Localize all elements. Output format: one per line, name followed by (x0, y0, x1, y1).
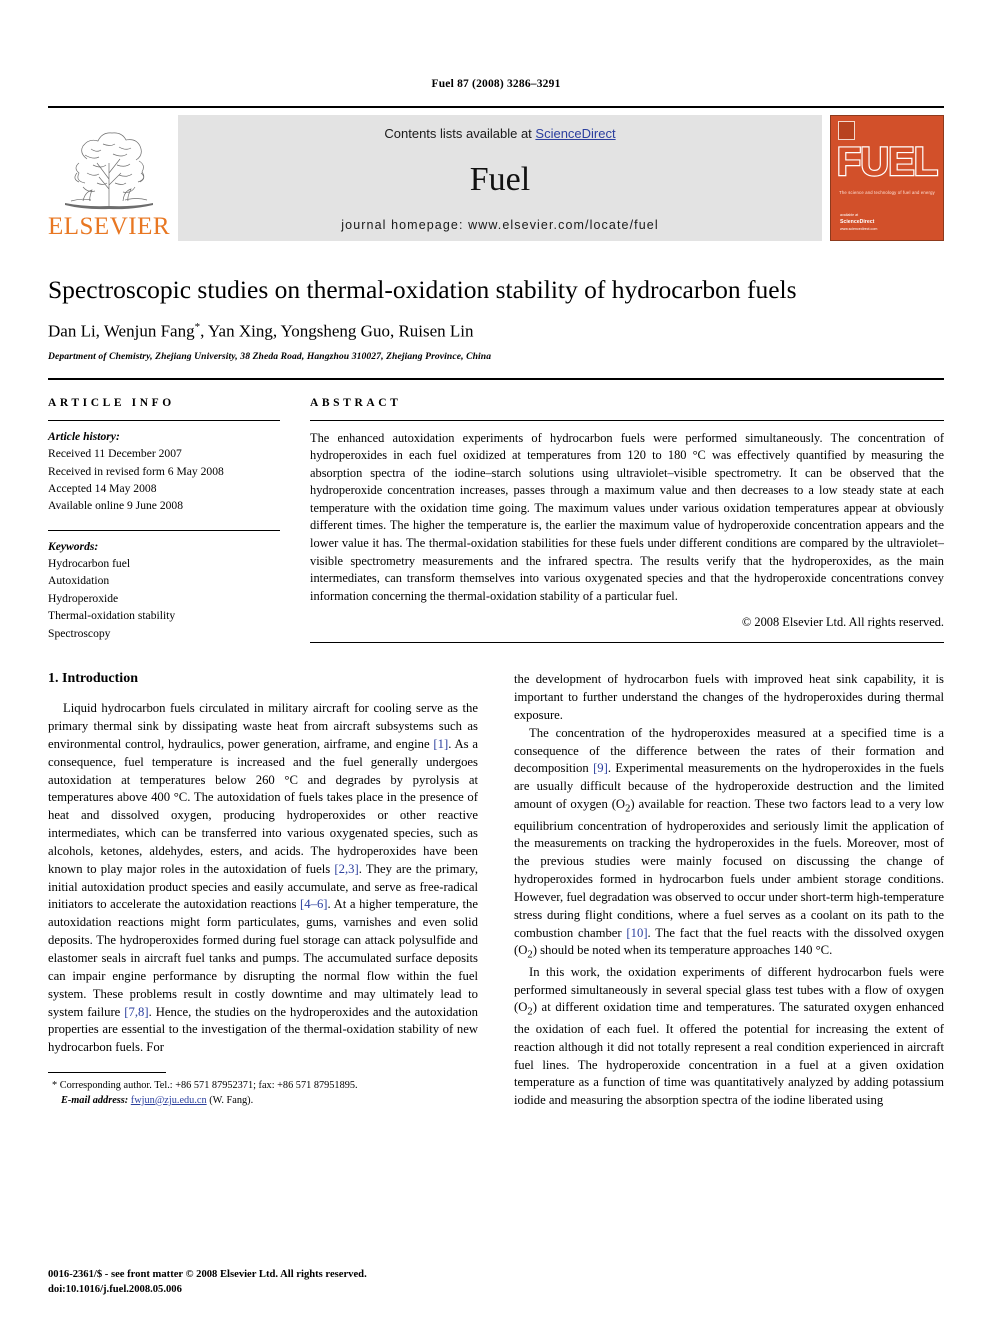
elsevier-logo: ELSEVIER (48, 115, 170, 241)
elsevier-tree-icon (65, 132, 153, 210)
history-item: Received 11 December 2007 (48, 447, 182, 461)
doi-line: doi:10.1016/j.fuel.2008.05.006 (48, 1283, 182, 1295)
body-column-right: the development of hydrocarbon fuels wit… (514, 671, 944, 1110)
article-info-column: ARTICLE INFO Article history: Received 1… (48, 397, 280, 643)
citation-ref[interactable]: [7,8] (124, 1005, 148, 1019)
keywords-list: Keywords: Hydrocarbon fuel Autoxidation … (48, 538, 280, 642)
cover-subtitle: The science and technology of fuel and e… (839, 190, 935, 195)
history-item: Received in revised form 6 May 2008 (48, 464, 224, 478)
article-history-label: Article history: (48, 429, 120, 443)
cover-elsevier-mark-icon (838, 121, 855, 140)
author-list: Dan Li, Wenjun Fang*, Yan Xing, Yongshen… (48, 321, 474, 341)
keyword-item: Hydrocarbon fuel (48, 557, 131, 571)
journal-band: Contents lists available at ScienceDirec… (178, 115, 822, 241)
corresponding-author-note: * Corresponding author. Tel.: +86 571 87… (48, 1079, 478, 1108)
footnote-corresponding-text: Corresponding author. Tel.: +86 571 8795… (59, 1080, 358, 1092)
affiliation: Department of Chemistry, Zhejiang Univer… (48, 350, 492, 362)
email-link[interactable]: fwjun@zju.edu.cn (131, 1095, 207, 1106)
keywords-label: Keywords: (48, 539, 99, 553)
running-head: Fuel 87 (2008) 3286–3291 (431, 78, 561, 90)
elsevier-wordmark: ELSEVIER (47, 213, 171, 240)
title-block: Spectroscopic studies on thermal-oxidati… (48, 275, 944, 362)
citation-ref[interactable]: [2,3] (334, 862, 358, 876)
body-column-left: 1. Introduction Liquid hydrocarbon fuels… (48, 671, 478, 1110)
article-history-block: Article history: Received 11 December 20… (48, 421, 280, 515)
paragraph: Liquid hydrocarbon fuels circulated in m… (48, 701, 478, 1055)
footnote-block: * Corresponding author. Tel.: +86 571 87… (48, 1072, 478, 1108)
cover-sd-url: www.sciencedirect.com (840, 226, 878, 231)
keyword-item: Hydroperoxide (48, 591, 119, 605)
journal-title: Fuel (469, 160, 531, 198)
abstract-heading: ABSTRACT (310, 396, 402, 409)
contents-available-line: Contents lists available at ScienceDirec… (384, 126, 615, 141)
keyword-item: Spectroscopy (48, 626, 111, 640)
email-label: E-mail address: (61, 1094, 129, 1106)
footnote-marker: * (52, 1080, 58, 1092)
info-abstract-area: ARTICLE INFO Article history: Received 1… (48, 377, 944, 644)
abstract-column: ABSTRACT The enhanced autoxidation exper… (310, 396, 944, 644)
citation-ref[interactable]: [1] (433, 737, 448, 751)
article-info-heading: ARTICLE INFO (48, 396, 175, 409)
abstract-text: The enhanced autoxidation experiments of… (310, 430, 944, 603)
cover-title: FUEL (836, 140, 940, 184)
colophon: 0016-2361/$ - see front matter © 2008 El… (48, 1267, 367, 1297)
citation-ref[interactable]: [10] (626, 926, 647, 940)
history-item: Available online 9 June 2008 (48, 499, 184, 513)
issn-copyright-line: 0016-2361/$ - see front matter © 2008 El… (48, 1268, 367, 1280)
email-suffix: (W. Fang). (209, 1094, 254, 1106)
sciencedirect-link[interactable]: ScienceDirect (535, 126, 615, 141)
body-columns: 1. Introduction Liquid hydrocarbon fuels… (48, 671, 944, 1110)
paragraph: the development of hydrocarbon fuels wit… (514, 672, 944, 722)
keyword-item: Thermal-oxidation stability (48, 609, 176, 623)
journal-cover-thumbnail: FUEL The science and technology of fuel … (830, 115, 944, 241)
citation-ref[interactable]: [4–6] (300, 897, 327, 911)
journal-homepage[interactable]: journal homepage: www.elsevier.com/locat… (341, 218, 658, 232)
history-item: Accepted 14 May 2008 (48, 481, 157, 495)
paragraph: The concentration of the hydroperoxides … (514, 725, 944, 961)
contents-prefix: Contents lists available at (384, 126, 536, 141)
journal-masthead: ELSEVIER Contents lists available at Sci… (48, 106, 944, 241)
cover-sd-name: ScienceDirect (840, 218, 875, 225)
paper-page: Fuel 87 (2008) 3286–3291 ELSEVIER Conten… (0, 0, 992, 1323)
keyword-item: Autoxidation (48, 574, 110, 588)
keywords-block: Keywords: Hydrocarbon fuel Autoxidation … (48, 529, 280, 642)
corresponding-marker: * (194, 321, 201, 334)
footnote-rule (48, 1072, 166, 1074)
citation-ref[interactable]: [9] (593, 761, 608, 775)
abstract-bottom-rule (310, 642, 944, 644)
page-title: Spectroscopic studies on thermal-oxidati… (48, 275, 797, 304)
abstract-copyright: © 2008 Elsevier Ltd. All rights reserved… (741, 615, 944, 630)
cover-sciencedirect-block: available at ScienceDirect www.sciencedi… (840, 213, 877, 232)
paragraph: In this work, the oxidation experiments … (514, 964, 944, 1108)
section-heading-introduction: 1. Introduction (48, 671, 138, 687)
